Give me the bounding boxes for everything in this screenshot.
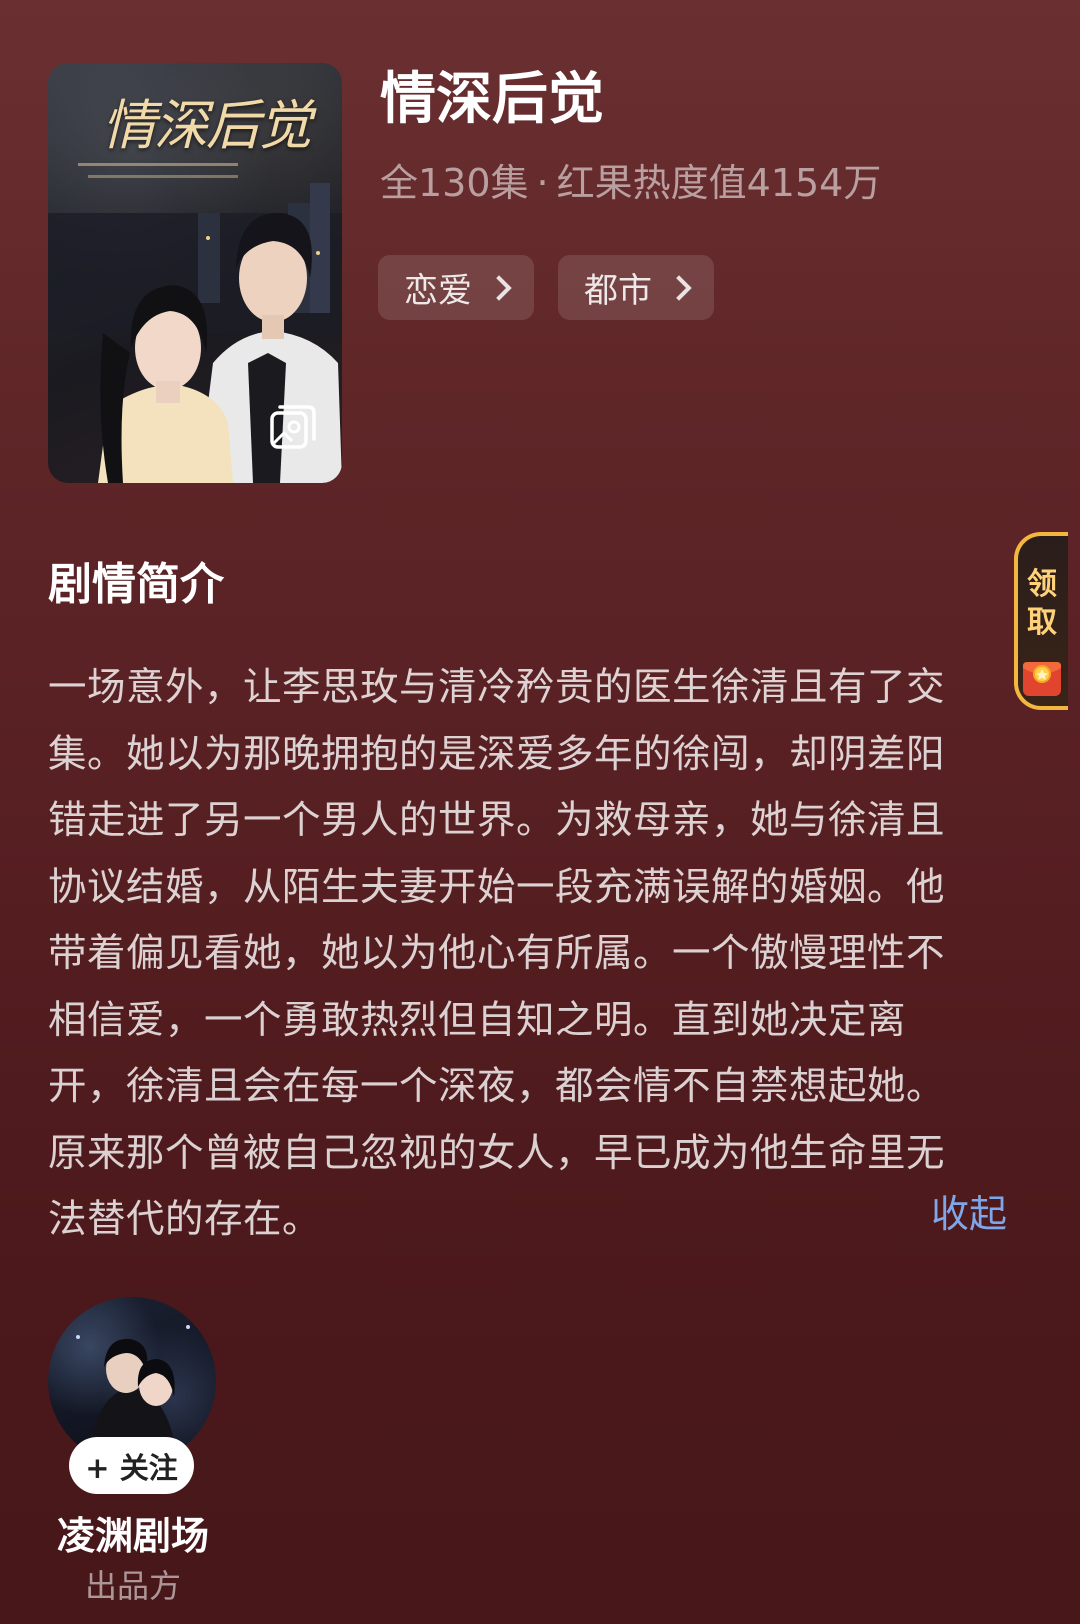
- producer-role: 出品方: [84, 1567, 181, 1605]
- synopsis-line: 带着偏见看她，她以为他心有所属。一个傲慢理性不: [48, 931, 946, 976]
- cover-title: 情深后觉: [102, 94, 312, 157]
- synopsis-line: 开，徐清且会在每一个深夜，都会情不自禁想起她。: [48, 1064, 946, 1109]
- meta-separator: ·: [536, 161, 549, 205]
- chevron-right-icon: [486, 274, 512, 301]
- synopsis-line: 法替代的存在。: [48, 1197, 322, 1242]
- reward-label[interactable]: 领 取: [1018, 566, 1066, 642]
- red-envelope-icon[interactable]: [1017, 650, 1067, 700]
- show-title: 情深后觉: [380, 67, 604, 132]
- synopsis-line: 集。她以为那晚拥抱的是深爱多年的徐闯，却阴差阳: [48, 731, 946, 777]
- synopsis-line: 协议结婚，从陌生夫妻开始一段充满误解的婚姻。他: [48, 864, 946, 910]
- follow-button[interactable]: + 关注: [69, 1437, 194, 1494]
- tag-urban[interactable]: 都市: [558, 255, 714, 320]
- tag-romance[interactable]: 恋爱: [378, 255, 534, 320]
- tag-label: 都市: [584, 271, 652, 311]
- collapse-link[interactable]: 收起: [931, 1186, 1007, 1242]
- synopsis-line: 相信爱，一个勇敢热烈但自知之明。直到她决定离: [48, 997, 907, 1043]
- gallery-icon[interactable]: [268, 403, 318, 453]
- reward-label-line: 领: [1027, 567, 1057, 602]
- synopsis-text: 一场意外，让李思玫与清冷矜贵的医生徐清且有了交 集。她以为那晚拥抱的是深爱多年的…: [48, 655, 1013, 1254]
- synopsis-line: 原来那个曾被自己忽视的女人，早已成为他生命里无: [48, 1130, 946, 1176]
- cover-image[interactable]: 情深后觉: [48, 63, 342, 483]
- genre-tags: 恋爱 都市: [378, 255, 714, 320]
- episode-count: 全130集: [380, 161, 529, 205]
- synopsis-line: 错走进了另一个男人的世界。为救母亲，她与徐清且: [48, 798, 946, 843]
- heat-value: 红果热度值4154万: [556, 161, 882, 205]
- reward-label-line: 取: [1027, 605, 1057, 640]
- synopsis-line: 一场意外，让李思玫与清冷矜贵的医生徐清且有了交: [48, 665, 946, 710]
- producer-name[interactable]: 凌渊剧场: [48, 1510, 218, 1562]
- synopsis-heading: 剧情简介: [48, 559, 224, 610]
- show-meta: 全130集 · 红果热度值4154万: [380, 158, 881, 208]
- tag-label: 恋爱: [404, 271, 472, 311]
- chevron-right-icon: [666, 274, 692, 301]
